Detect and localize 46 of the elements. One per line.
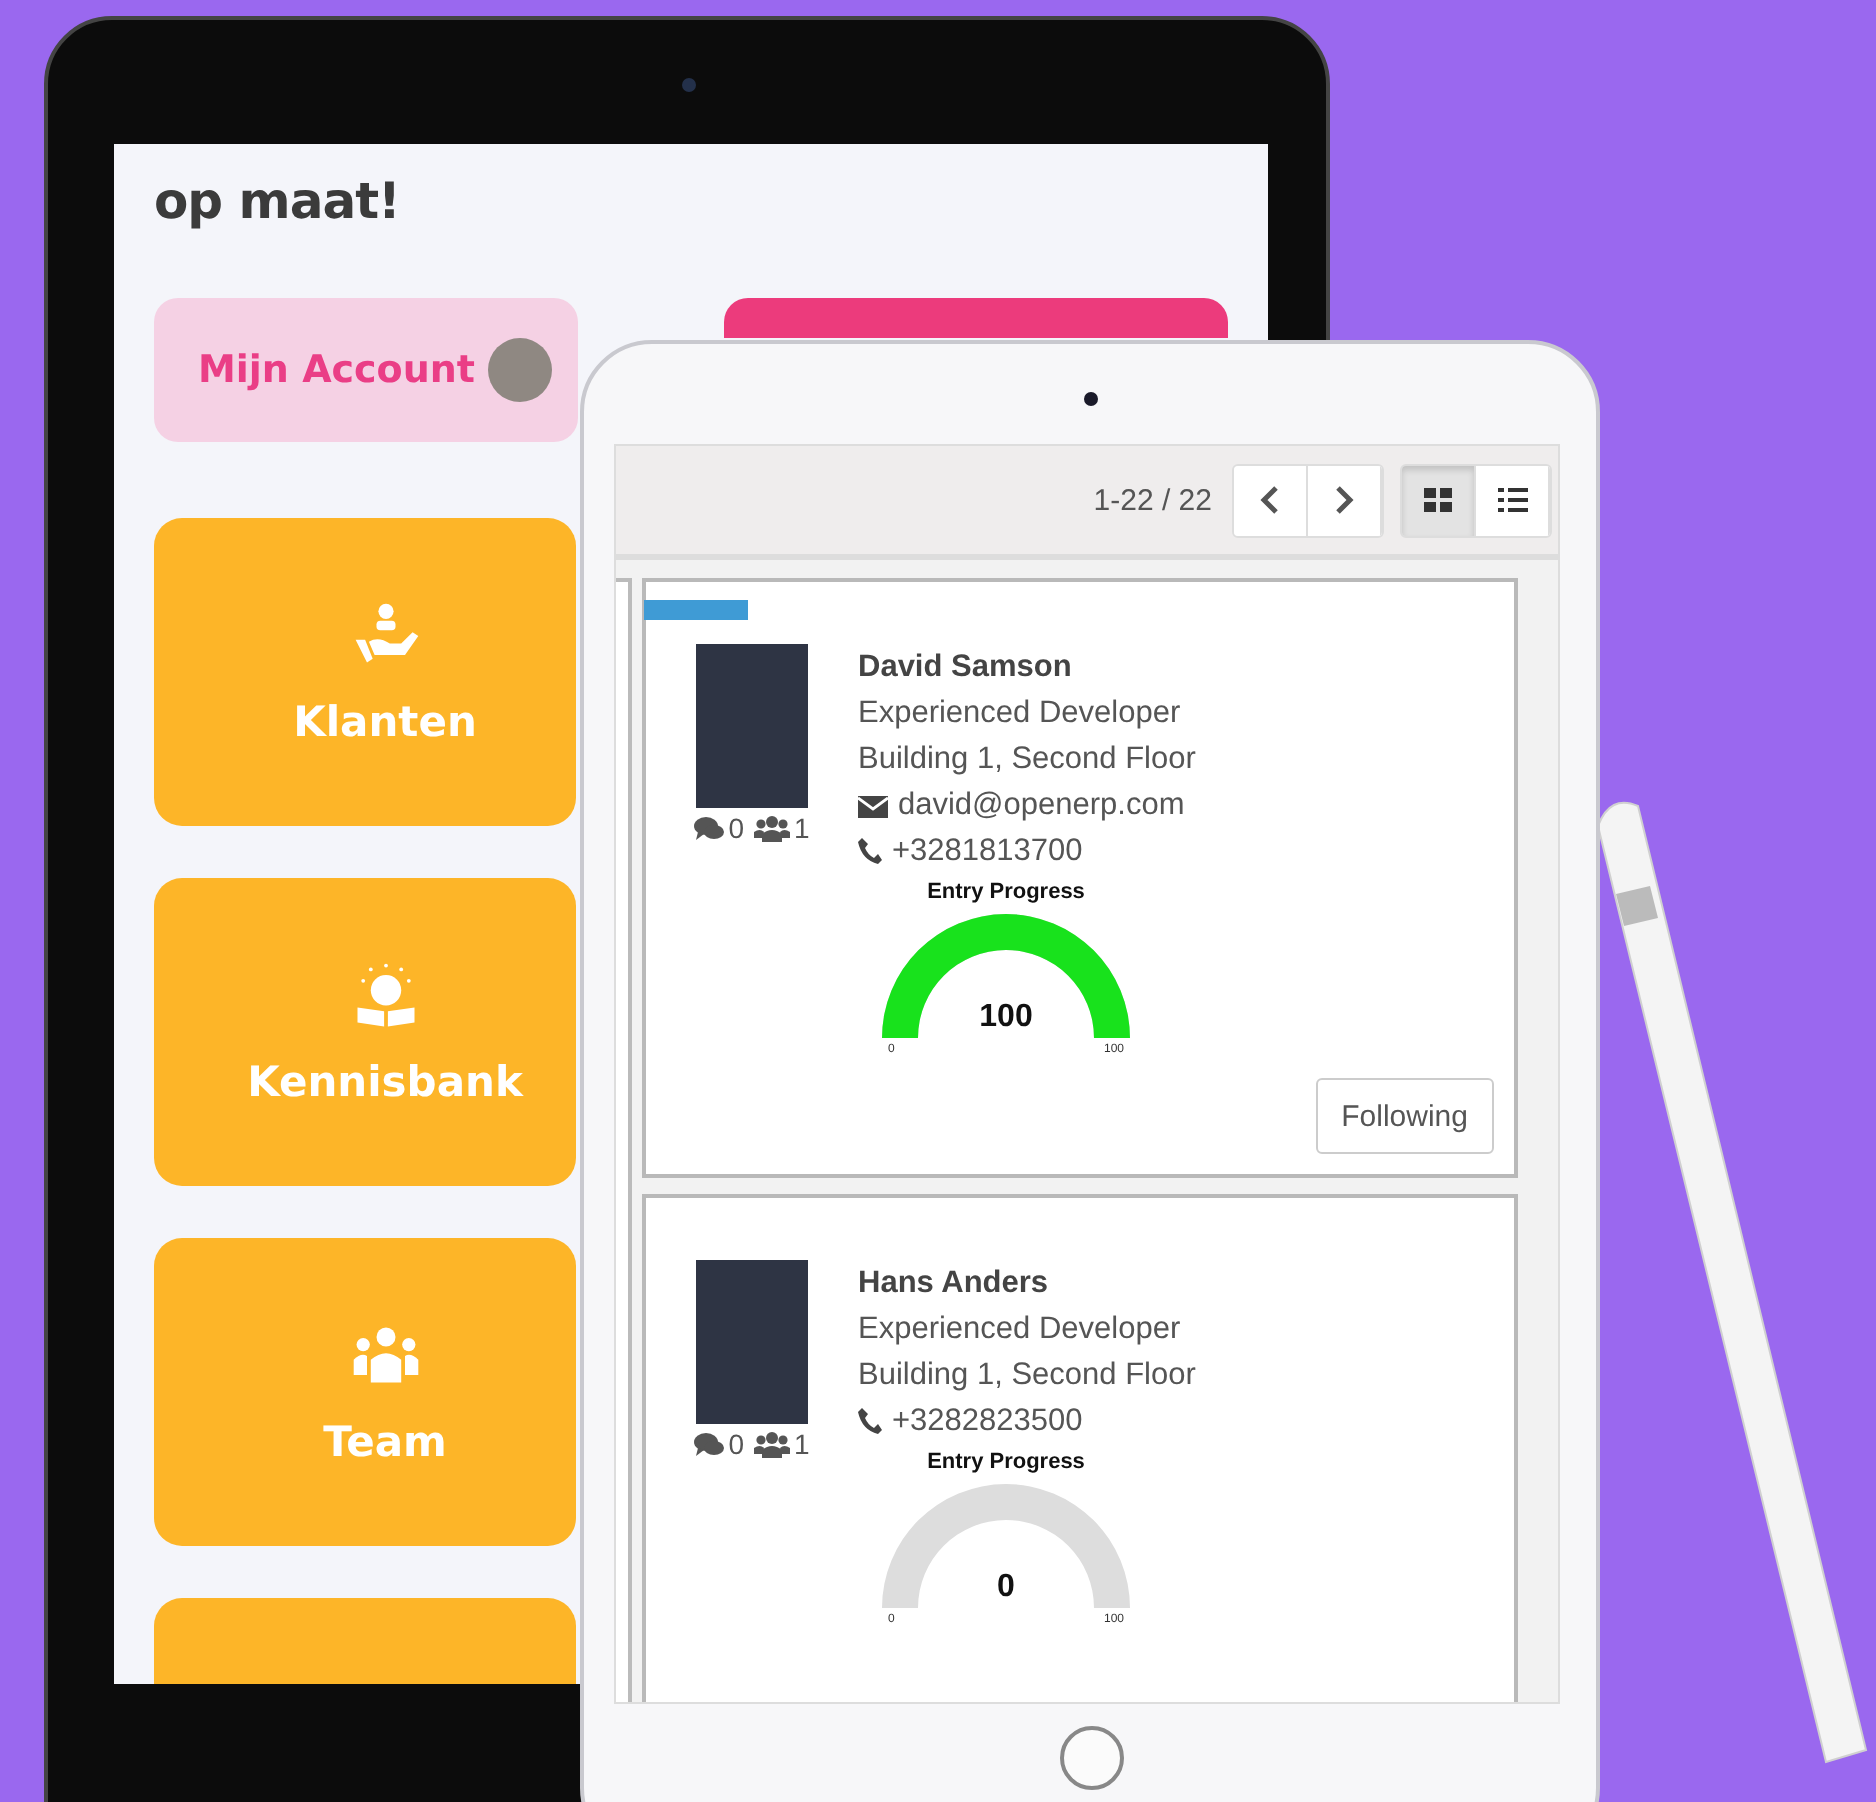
- email-address: david@openerp.com: [898, 786, 1185, 826]
- gauge-value: 100: [977, 998, 1035, 1038]
- phone-number: +3282823500: [892, 1402, 1083, 1442]
- menu-tile[interactable]: Kennisbank: [154, 878, 576, 1186]
- phone-number: +3281813700: [892, 832, 1083, 872]
- message-count: 0: [728, 812, 744, 844]
- phone-icon: [858, 838, 882, 864]
- previous-button[interactable]: [1234, 465, 1308, 535]
- follower-count: 1: [794, 1428, 810, 1460]
- envelope-icon: [858, 793, 888, 817]
- avatar: [487, 338, 551, 402]
- tile-label: Klanten: [293, 698, 477, 746]
- camera-dot: [681, 78, 695, 92]
- home-button[interactable]: [1060, 1726, 1124, 1790]
- tile-label: Team: [323, 1418, 447, 1466]
- gauge-title: Entry Progress: [927, 878, 1085, 906]
- users-icon: [754, 1431, 790, 1457]
- message-count: 0: [728, 1428, 744, 1460]
- job-title: Experienced Developer: [858, 1310, 1183, 1350]
- account-button[interactable]: Mijn Account: [154, 298, 578, 442]
- office-location: Building 1, Second Floor: [858, 1356, 1196, 1396]
- follower-count: 1: [794, 812, 810, 844]
- camera-dot: [1084, 392, 1098, 406]
- tile-label: Kennisbank: [247, 1058, 523, 1106]
- menu-tile[interactable]: Klanten: [154, 518, 576, 826]
- gauge-title: Entry Progress: [927, 1448, 1085, 1476]
- list-icon: [1497, 488, 1527, 512]
- next-button[interactable]: [1308, 465, 1382, 535]
- page-heading: op maat!: [154, 172, 402, 230]
- speech-bubbles-icon: [694, 816, 725, 840]
- grid-view-button[interactable]: [1402, 465, 1476, 535]
- grid-icon: [1424, 488, 1452, 512]
- employee-name: Hans Anders: [858, 1264, 1051, 1304]
- employee-name: David Samson: [858, 648, 1074, 688]
- list-view-button[interactable]: [1476, 465, 1550, 535]
- users-icon: [754, 815, 790, 841]
- menu-tile[interactable]: Team: [154, 1238, 576, 1546]
- gauge-value: 0: [995, 1568, 1017, 1608]
- chevron-left-icon: [1260, 486, 1280, 514]
- pager-count: 1-22 / 22: [1093, 483, 1212, 517]
- following-button[interactable]: Following: [1315, 1078, 1494, 1154]
- office-location: Building 1, Second Floor: [858, 740, 1196, 780]
- chevron-right-icon: [1334, 486, 1354, 514]
- phone-icon: [858, 1408, 882, 1434]
- speech-bubbles-icon: [694, 1432, 725, 1456]
- job-title: Experienced Developer: [858, 694, 1183, 734]
